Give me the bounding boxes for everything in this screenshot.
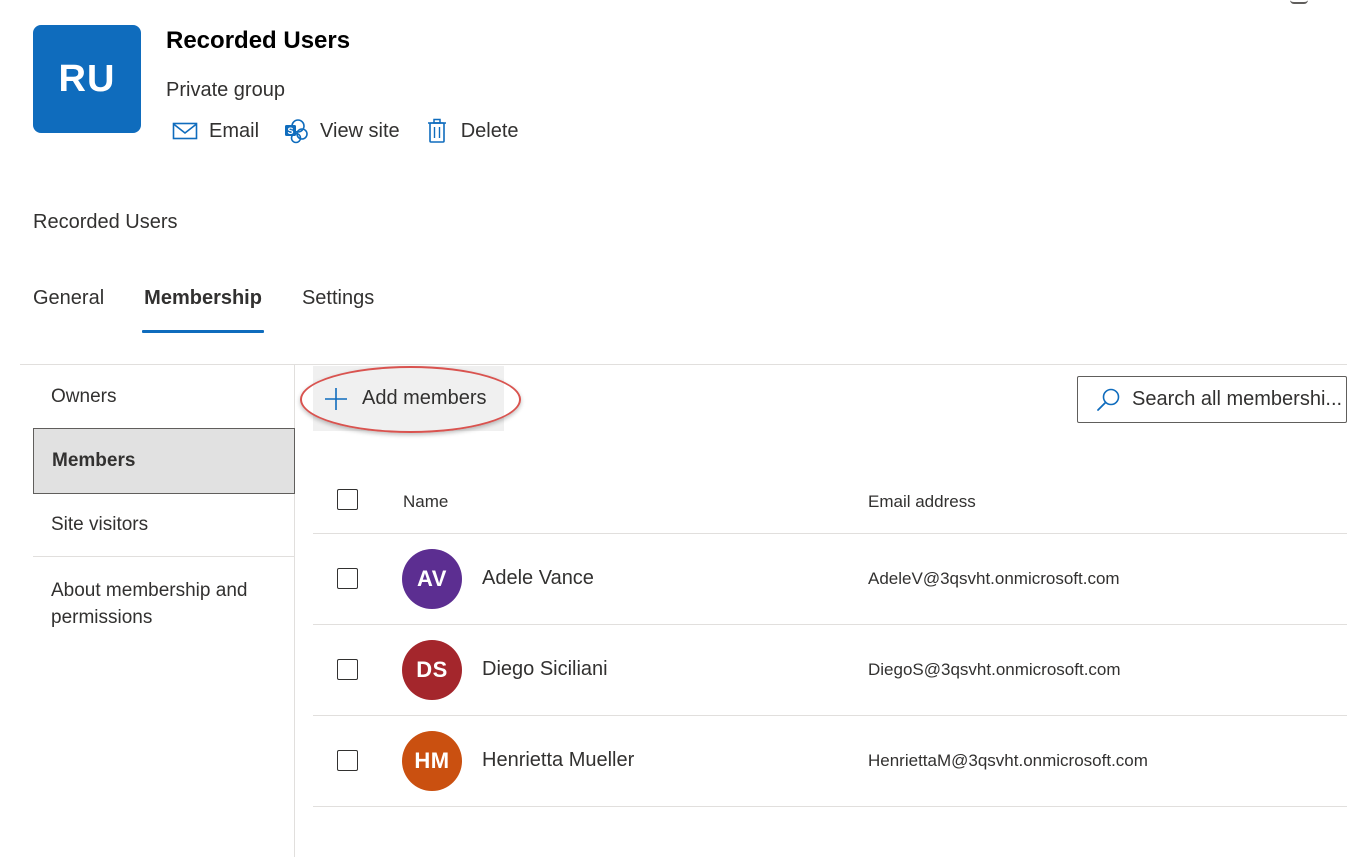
member-email: HenriettaM@3qsvht.onmicrosoft.com [868,751,1148,770]
tab-membership[interactable]: Membership [142,287,264,333]
membership-side-nav: Owners Members Site visitors About membe… [33,366,295,637]
window-corner-icon [1290,0,1308,4]
svg-text:S: S [288,126,294,136]
table-row[interactable]: DS Diego Siciliani DiegoS@3qsvht.onmicro… [313,625,1347,716]
table-row[interactable]: AV Adele Vance AdeleV@3qsvht.onmicrosoft… [313,534,1347,625]
tab-general[interactable]: General [33,287,104,333]
members-table: Name Email address AV Adele Vance AdeleV… [313,470,1347,807]
side-nav-item-site-visitors[interactable]: Site visitors [33,494,295,557]
group-avatar: RU [33,25,141,133]
email-button-label: Email [209,119,260,142]
delete-button[interactable]: Delete [424,118,519,144]
select-all-checkbox[interactable] [337,489,358,510]
column-header-name[interactable]: Name [403,492,448,512]
view-site-button[interactable]: S View site [283,118,400,144]
member-name: Diego Siciliani [482,658,608,680]
member-name: Adele Vance [482,567,594,589]
search-icon [1096,387,1122,413]
row-checkbox[interactable] [337,659,358,680]
content-divider [20,364,1347,365]
side-nav-item-owners[interactable]: Owners [33,366,295,428]
table-header: Name Email address [313,470,1347,534]
group-title: Recorded Users [166,27,351,54]
group-privacy-label: Private group [166,79,285,101]
sharepoint-icon: S [283,118,309,144]
tab-settings[interactable]: Settings [302,287,374,333]
member-name: Henrietta Mueller [482,749,635,771]
avatar: AV [402,549,462,609]
avatar: DS [402,640,462,700]
side-nav-item-about-membership[interactable]: About membership and permissions [33,557,295,637]
row-checkbox[interactable] [337,750,358,771]
trash-icon [424,118,450,144]
side-nav-item-label: Site visitors [51,514,149,535]
side-nav-item-label: About membership and permissions [51,580,248,628]
side-nav-item-label: Owners [51,386,117,407]
member-email: DiegoS@3qsvht.onmicrosoft.com [868,660,1121,679]
plus-icon [323,386,349,412]
table-row[interactable]: HM Henrietta Mueller HenriettaM@3qsvht.o… [313,716,1347,807]
tab-bar: General Membership Settings [33,287,414,335]
search-input[interactable] [1132,388,1346,411]
email-button[interactable]: Email [172,118,259,144]
row-checkbox[interactable] [337,568,358,589]
side-nav-item-label: Members [52,450,136,471]
breadcrumb: Recorded Users [33,211,178,233]
add-members-label: Add members [362,387,487,409]
view-site-button-label: View site [320,119,400,142]
mail-icon [172,118,198,144]
add-members-button[interactable]: Add members [313,366,504,431]
member-email: AdeleV@3qsvht.onmicrosoft.com [868,569,1120,588]
search-box[interactable] [1077,376,1347,423]
group-actions: Email S View site Delete [172,118,543,144]
avatar: HM [402,731,462,791]
side-nav-item-members[interactable]: Members [33,428,295,494]
column-header-email[interactable]: Email address [868,492,976,512]
delete-button-label: Delete [460,119,519,142]
